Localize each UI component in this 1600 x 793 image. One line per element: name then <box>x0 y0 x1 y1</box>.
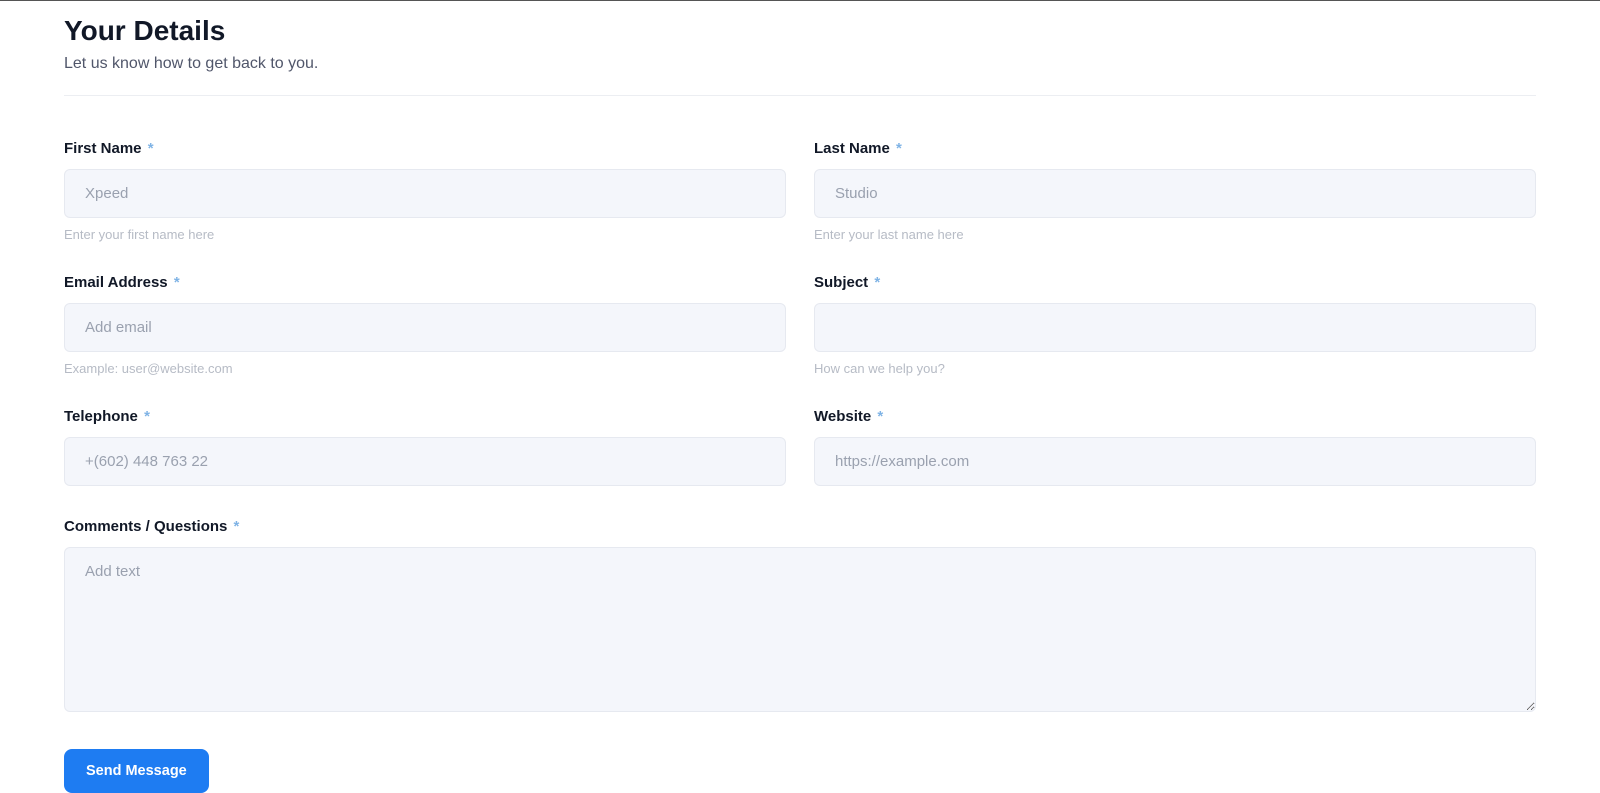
field-email: Email Address * Example: user@website.co… <box>64 274 786 376</box>
required-mark: * <box>877 408 883 425</box>
required-mark: * <box>174 274 180 291</box>
required-mark: * <box>148 140 154 157</box>
last-name-label: Last Name * <box>814 140 1536 157</box>
required-mark: * <box>874 274 880 291</box>
first-name-help: Enter your first name here <box>64 227 786 242</box>
field-first-name: First Name * Enter your first name here <box>64 140 786 242</box>
subject-help: How can we help you? <box>814 361 1536 376</box>
label-text: Telephone <box>64 408 138 425</box>
required-mark: * <box>144 408 150 425</box>
first-name-input[interactable] <box>64 169 786 218</box>
form-header: Your Details Let us know how to get back… <box>64 1 1536 96</box>
website-label: Website * <box>814 408 1536 425</box>
subject-label: Subject * <box>814 274 1536 291</box>
page-title: Your Details <box>64 15 1536 47</box>
comments-textarea[interactable] <box>64 547 1536 712</box>
form-actions: Send Message <box>64 717 1536 793</box>
first-name-label: First Name * <box>64 140 786 157</box>
field-last-name: Last Name * Enter your last name here <box>814 140 1536 242</box>
last-name-input[interactable] <box>814 169 1536 218</box>
send-message-button[interactable]: Send Message <box>64 749 209 793</box>
field-subject: Subject * How can we help you? <box>814 274 1536 376</box>
field-website: Website * <box>814 408 1536 486</box>
label-text: Last Name <box>814 140 890 157</box>
email-label: Email Address * <box>64 274 786 291</box>
email-input[interactable] <box>64 303 786 352</box>
field-telephone: Telephone * <box>64 408 786 486</box>
form-grid: First Name * Enter your first name here … <box>64 96 1536 717</box>
field-comments: Comments / Questions * <box>64 518 1536 717</box>
required-mark: * <box>896 140 902 157</box>
label-text: Comments / Questions <box>64 518 227 535</box>
email-help: Example: user@website.com <box>64 361 786 376</box>
label-text: Website <box>814 408 871 425</box>
label-text: First Name <box>64 140 142 157</box>
label-text: Subject <box>814 274 868 291</box>
comments-label: Comments / Questions * <box>64 518 1536 535</box>
subject-input[interactable] <box>814 303 1536 352</box>
last-name-help: Enter your last name here <box>814 227 1536 242</box>
label-text: Email Address <box>64 274 168 291</box>
telephone-label: Telephone * <box>64 408 786 425</box>
required-mark: * <box>234 518 240 535</box>
website-input[interactable] <box>814 437 1536 486</box>
telephone-input[interactable] <box>64 437 786 486</box>
page-subtitle: Let us know how to get back to you. <box>64 55 1536 73</box>
